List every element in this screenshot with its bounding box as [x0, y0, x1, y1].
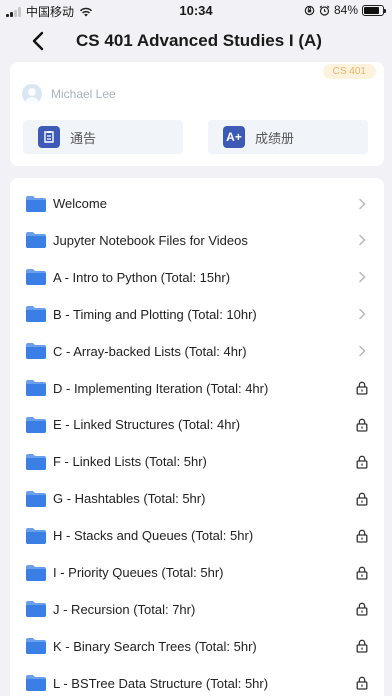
module-row[interactable]: A - Intro to Python (Total: 15hr)	[10, 259, 384, 296]
lock-icon	[356, 603, 368, 617]
module-row[interactable]: Welcome	[10, 185, 384, 222]
folder-icon	[26, 380, 46, 396]
status-bar: 中国移动 10:34 84%	[0, 0, 392, 22]
battery-percent: 84%	[333, 3, 358, 17]
lock-icon	[356, 566, 368, 580]
alarm-icon	[319, 5, 330, 16]
module-label: Welcome	[53, 196, 107, 211]
chevron-right-icon	[359, 198, 366, 209]
lock-icon	[356, 418, 368, 432]
folder-icon	[26, 306, 46, 323]
module-label: F - Linked Lists (Total: 5hr)	[53, 454, 207, 470]
module-row[interactable]: G - Hashtables (Total: 5hr)	[10, 480, 384, 517]
module-label: I - Priority Queues (Total: 5hr)	[53, 565, 224, 580]
chevron-right-icon	[359, 272, 366, 283]
module-row[interactable]: I - Priority Queues (Total: 5hr)	[10, 554, 384, 591]
folder-icon	[26, 232, 46, 249]
module-label: H - Stacks and Queues (Total: 5hr)	[53, 528, 254, 544]
orientation-lock-icon	[304, 5, 315, 15]
module-label: D - Implementing Iteration (Total: 4hr)	[53, 380, 269, 396]
module-row[interactable]: K - Binary Search Trees (Total: 5hr)	[10, 628, 384, 665]
lock-icon	[356, 455, 368, 469]
folder-icon	[26, 601, 46, 618]
module-label: E - Linked Structures (Total: 4hr)	[53, 417, 241, 433]
lock-icon	[356, 529, 368, 543]
module-label: B - Timing and Plotting (Total: 10hr)	[53, 306, 257, 322]
folder-icon	[26, 269, 46, 286]
announcements-button[interactable]: 通告	[23, 120, 183, 154]
gradebook-button[interactable]: A+ 成绩册	[208, 120, 368, 154]
folder-icon	[26, 527, 46, 544]
folder-icon	[26, 564, 46, 581]
folder-icon	[26, 343, 46, 360]
teacher-name: Michael Lee	[51, 87, 116, 101]
chevron-right-icon	[359, 308, 366, 320]
module-row[interactable]: L - BSTree Data Structure (Total: 5hr)	[10, 665, 384, 696]
folder-icon	[26, 453, 46, 470]
course-card: CS 401 Michael Lee 通告 A+ 成绩册	[10, 62, 384, 166]
lock-icon	[356, 676, 368, 690]
module-label: Jupyter Notebook Files for Videos	[53, 232, 248, 248]
page-title: CS 401 Advanced Studies I (A)	[76, 31, 322, 50]
chevron-right-icon	[359, 345, 366, 357]
module-row[interactable]: Jupyter Notebook Files for Videos	[10, 222, 384, 259]
module-label: A - Intro to Python (Total: 15hr)	[53, 269, 231, 285]
folder-icon	[26, 416, 46, 433]
module-label: K - Binary Search Trees (Total: 5hr)	[53, 638, 257, 654]
module-label: L - BSTree Data Structure (Total: 5hr)	[53, 675, 269, 691]
module-list: Welcome Jupyter Notebook Files for Videos…	[10, 178, 384, 696]
module-row[interactable]: D - Implementing Iteration (Total: 4hr)	[10, 370, 384, 407]
module-label: J - Recursion (Total: 7hr)	[53, 601, 196, 617]
lock-icon	[356, 381, 368, 395]
announcements-label: 通告	[70, 131, 97, 147]
module-row[interactable]: B - Timing and Plotting (Total: 10hr)	[10, 296, 384, 333]
module-label: G - Hashtables (Total: 5hr)	[53, 491, 206, 507]
avatar	[22, 84, 42, 104]
folder-icon	[26, 675, 46, 692]
module-label: C - Array-backed Lists (Total: 4hr)	[53, 343, 247, 359]
module-row[interactable]: F - Linked Lists (Total: 5hr)	[10, 443, 384, 480]
folder-icon	[26, 638, 46, 655]
gradebook-label: 成绩册	[255, 131, 295, 147]
status-right: 84%	[304, 3, 386, 17]
course-code-badge: CS 401	[322, 64, 376, 79]
gradebook-icon: A+	[223, 126, 245, 148]
folder-icon	[26, 490, 46, 507]
module-row[interactable]: C - Array-backed Lists (Total: 4hr)	[10, 333, 384, 370]
notice-icon	[38, 126, 60, 148]
folder-icon	[26, 195, 46, 212]
module-row[interactable]: E - Linked Structures (Total: 4hr)	[10, 406, 384, 443]
module-row[interactable]: H - Stacks and Queues (Total: 5hr)	[10, 517, 384, 554]
battery-fill	[364, 6, 380, 14]
battery-icon	[362, 4, 386, 16]
module-row[interactable]: J - Recursion (Total: 7hr)	[10, 591, 384, 628]
chevron-right-icon	[359, 235, 366, 246]
lock-icon	[356, 492, 368, 506]
lock-icon	[356, 640, 368, 653]
nav-bar: CS 401 Advanced Studies I (A)	[0, 22, 392, 62]
